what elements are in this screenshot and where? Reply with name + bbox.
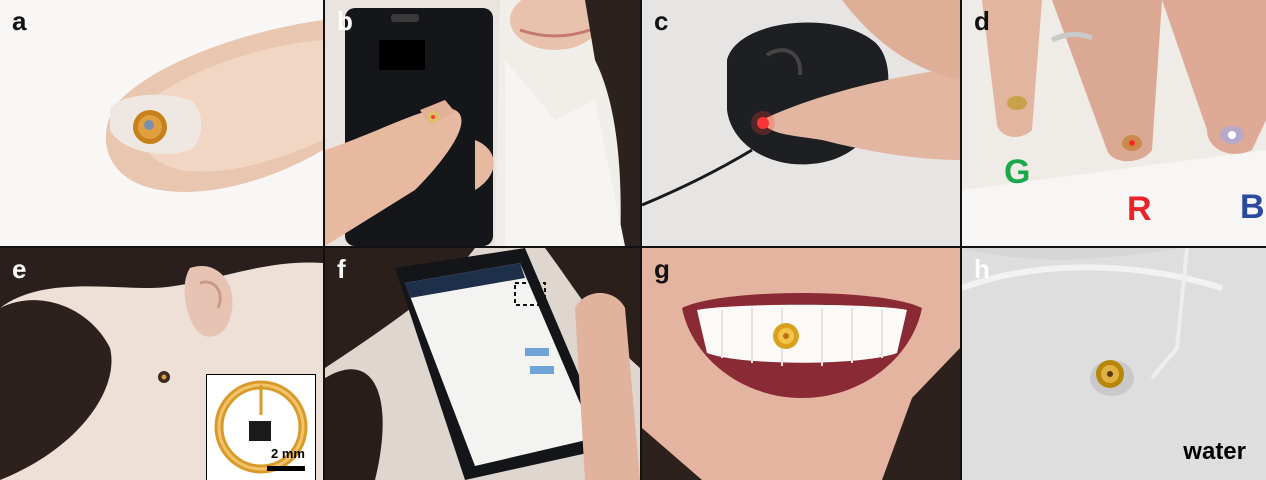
- panel-a: a: [0, 0, 323, 246]
- scale-label: 2 mm: [271, 446, 305, 461]
- figure-grid: a b c d G R B e 2 mm f g h water: [0, 0, 1266, 480]
- panel-label: a: [12, 6, 27, 36]
- panel-label: h: [974, 254, 990, 284]
- panel-d-photo: [962, 0, 1266, 246]
- redaction-box: [379, 40, 425, 70]
- panel-label: c: [654, 6, 669, 36]
- panel-label: d: [974, 6, 990, 36]
- panel-label: e: [12, 254, 27, 284]
- panel-e: e 2 mm: [0, 248, 323, 480]
- panel-c-photo: [642, 0, 960, 246]
- panel-f-photo: [325, 248, 640, 480]
- panel-label: f: [337, 254, 346, 284]
- coil-inset: 2 mm: [206, 374, 316, 480]
- panel-g: g: [642, 248, 960, 480]
- green-label: G: [1004, 153, 1031, 191]
- panel-c: c: [642, 0, 960, 246]
- panel-a-photo: [0, 0, 323, 246]
- water-caption: water: [1183, 438, 1246, 465]
- panel-f: f: [325, 248, 640, 480]
- panel-h: h water: [962, 248, 1266, 480]
- panel-d: d G R B: [962, 0, 1266, 246]
- panel-g-photo: [642, 248, 960, 480]
- red-label: R: [1127, 190, 1152, 228]
- blue-label: B: [1240, 188, 1265, 226]
- panel-b: b: [325, 0, 640, 246]
- panel-label: g: [654, 254, 670, 284]
- scale-bar: [267, 466, 305, 471]
- panel-label: b: [337, 6, 353, 36]
- coil-inset-photo: [207, 375, 315, 480]
- panel-b-photo: [325, 0, 640, 246]
